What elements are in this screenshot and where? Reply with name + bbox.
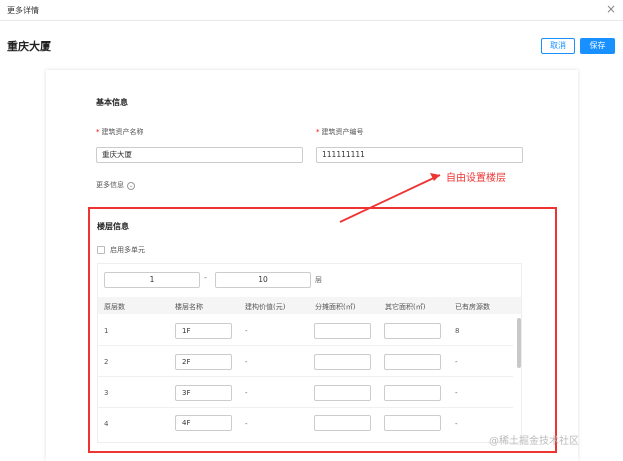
col-floor-name: 楼层名称: [175, 303, 203, 311]
asset-code-input[interactable]: 111111111: [316, 147, 523, 163]
col-existing-houses: 已有房源数: [455, 303, 490, 311]
building-name-title: 重庆大厦: [7, 40, 51, 53]
row-divider: [98, 345, 513, 346]
table-scrollbar[interactable]: [517, 318, 521, 368]
dialog-title: 更多详情: [7, 6, 39, 15]
col-other-area: 其它面积(㎡): [385, 303, 426, 311]
floor-info-title: 楼层信息: [97, 222, 129, 231]
col-build-value: 建构价值(元): [245, 303, 286, 311]
row4-floor-name-input[interactable]: 4F: [175, 415, 232, 431]
row1-num: 1: [104, 327, 109, 335]
row2-num: 2: [104, 358, 109, 366]
row1-shared-area-input[interactable]: [314, 323, 371, 339]
floor-table-container: [97, 263, 522, 443]
col-original-floor: 原层数: [104, 303, 125, 311]
row2-value: -: [245, 358, 248, 366]
more-info-toggle[interactable]: 更多信息 ⌄: [96, 180, 135, 190]
save-button[interactable]: 保存: [580, 38, 615, 54]
asset-name-input[interactable]: 重庆大厦: [96, 147, 303, 163]
row3-value: -: [245, 389, 248, 397]
floor-unit-label: 层: [315, 276, 322, 284]
row3-floor-name-input[interactable]: 3F: [175, 385, 232, 401]
row-divider: [98, 376, 513, 377]
basic-info-title: 基本信息: [96, 98, 128, 107]
row4-shared-area-input[interactable]: [314, 415, 371, 431]
more-info-label: 更多信息: [96, 181, 124, 189]
multi-unit-label: 启用多单元: [110, 246, 145, 254]
row3-houses: -: [455, 389, 458, 397]
row4-houses: -: [455, 420, 458, 428]
range-dash: -: [204, 273, 207, 282]
row4-num: 4: [104, 420, 109, 428]
asset-code-label: * 建筑资产编号: [316, 128, 364, 136]
dialog-titlebar: 更多详情 ×: [0, 0, 623, 21]
cancel-button[interactable]: 取消: [541, 38, 575, 54]
floor-from-input[interactable]: 1: [104, 272, 200, 288]
asset-name-label-text: 建筑资产名称: [101, 128, 144, 136]
floor-to-input[interactable]: 10: [215, 272, 311, 288]
asset-code-label-text: 建筑资产编号: [321, 128, 364, 136]
row3-other-area-input[interactable]: [384, 385, 441, 401]
page-header: 重庆大厦: [0, 21, 623, 69]
row3-num: 3: [104, 389, 109, 397]
row1-floor-name-input[interactable]: 1F: [175, 323, 232, 339]
row4-other-area-input[interactable]: [384, 415, 441, 431]
row1-other-area-input[interactable]: [384, 323, 441, 339]
chevron-down-icon: ⌄: [127, 182, 135, 190]
row3-shared-area-input[interactable]: [314, 385, 371, 401]
row2-houses: -: [455, 358, 458, 366]
row2-shared-area-input[interactable]: [314, 354, 371, 370]
close-icon[interactable]: ×: [606, 2, 616, 16]
multi-unit-checkbox[interactable]: [97, 246, 105, 254]
row-divider: [98, 407, 513, 408]
watermark: @稀土掘金技术社区: [489, 436, 579, 447]
annotation-text: 自由设置楼层: [446, 173, 506, 184]
row1-value: -: [245, 327, 248, 335]
row1-houses: 8: [455, 327, 460, 335]
col-shared-area: 分摊面积(㎡): [315, 303, 356, 311]
row2-other-area-input[interactable]: [384, 354, 441, 370]
row2-floor-name-input[interactable]: 2F: [175, 354, 232, 370]
asset-name-label: * 建筑资产名称: [96, 128, 144, 136]
row4-value: -: [245, 420, 248, 428]
